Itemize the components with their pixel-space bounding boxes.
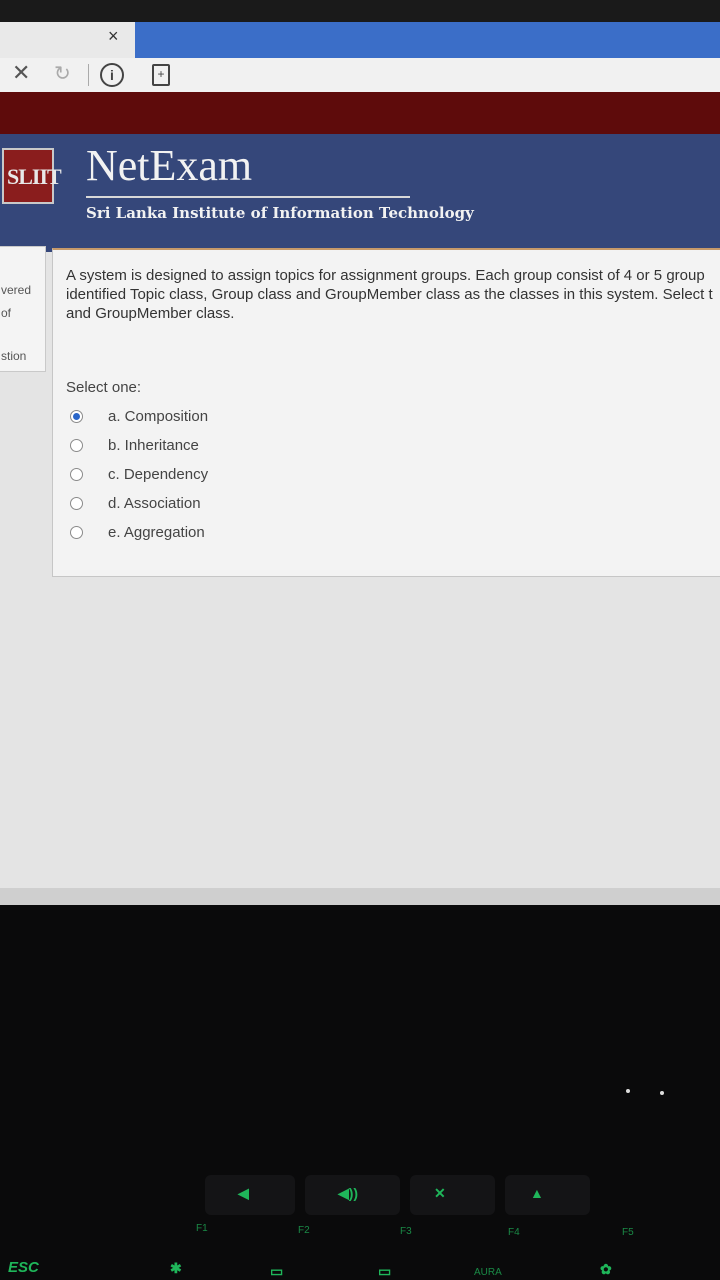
fan-icon: ✿	[600, 1261, 612, 1277]
radio-option-e[interactable]	[70, 526, 83, 539]
screen-bezel	[0, 0, 720, 22]
toolbar-divider	[88, 64, 89, 86]
keyboard-area: ◀ ◀)) ✕ ▲ ESC F1 F2 F3 F4 F5 AURA ✱ ▭ ▭ …	[0, 905, 720, 1280]
radio-option-c[interactable]	[70, 468, 83, 481]
site-info-icon[interactable]: i	[100, 63, 124, 87]
mic-mute-icon: ✕	[434, 1185, 446, 1201]
panel-text-of: of	[1, 306, 12, 320]
f1-key-label: F1	[196, 1223, 208, 1234]
sliit-logo: SLIIT	[2, 148, 62, 204]
radio-option-b[interactable]	[70, 439, 83, 452]
key-volume-down	[205, 1175, 295, 1215]
quiz-navigation-panel: vered of stion	[0, 246, 46, 372]
radio-option-a[interactable]	[70, 410, 83, 423]
site-title: NetExam	[86, 141, 253, 190]
question-text: A system is designed to assign topics fo…	[66, 267, 713, 322]
panel-text-question: stion	[1, 349, 27, 363]
laptop-screen: × ✕ ↻ i + SLIIT NetExam Sri Lanka Instit…	[0, 0, 720, 905]
page-action-icon[interactable]: +	[152, 64, 170, 86]
option-e-label[interactable]: e. Aggregation	[108, 524, 205, 541]
status-led-1	[626, 1089, 630, 1093]
panel-text-answered: vered	[1, 283, 32, 297]
volume-down-icon: ◀	[238, 1185, 249, 1201]
reload-icon[interactable]: ↻	[54, 64, 71, 84]
option-d-label[interactable]: d. Association	[108, 495, 201, 512]
browser-tab-active[interactable]	[135, 22, 720, 60]
armoury-icon: ▲	[530, 1185, 544, 1201]
tab-close-icon[interactable]: ×	[108, 26, 119, 47]
keyboard-backlight-down-icon: ▭	[270, 1263, 284, 1279]
f4-key-label: F4	[508, 1227, 520, 1238]
option-b-label[interactable]: b. Inheritance	[108, 437, 199, 454]
keyboard-backlight-up-icon: ▭	[378, 1263, 392, 1279]
stop-icon[interactable]: ✕	[12, 62, 30, 84]
f2-key-label: F2	[298, 1225, 310, 1236]
title-divider	[86, 196, 410, 198]
f3-key-label: F3	[400, 1226, 412, 1237]
status-led-2	[660, 1091, 664, 1095]
select-one-prompt: Select one:	[66, 379, 142, 396]
radio-option-d[interactable]	[70, 497, 83, 510]
option-a-label[interactable]: a. Composition	[108, 408, 208, 425]
screen-bottom-edge	[0, 888, 720, 905]
aura-key-label: AURA	[474, 1267, 502, 1278]
key-mic-mute	[410, 1175, 495, 1215]
top-banner	[0, 92, 720, 134]
logo-text: SLIIT	[7, 164, 62, 189]
volume-up-icon: ◀))	[338, 1185, 359, 1201]
option-c-label[interactable]: c. Dependency	[108, 466, 208, 483]
site-subtitle: Sri Lanka Institute of Information Techn…	[86, 204, 474, 222]
brightness-icon: ✱	[170, 1260, 182, 1276]
f5-key-label: F5	[622, 1227, 634, 1238]
esc-key-label: ESC	[8, 1259, 39, 1276]
key-armoury	[505, 1175, 590, 1215]
